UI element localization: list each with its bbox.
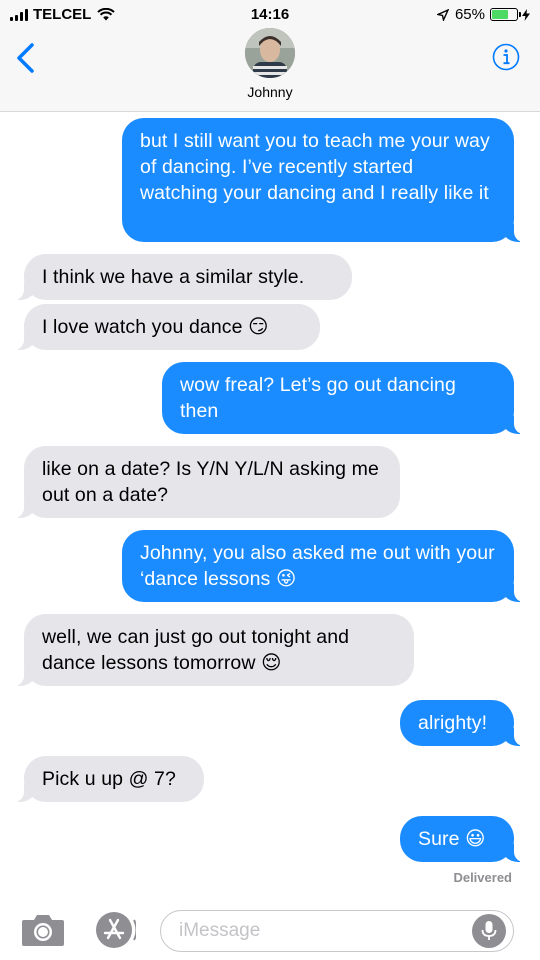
message-text: I love watch you dance xyxy=(42,316,243,338)
message-bubble-received[interactable]: like on a date? Is Y/N Y/L/N asking me o… xyxy=(14,446,400,518)
relieved-emoji: 😌 xyxy=(261,651,282,674)
status-bar: TELCEL 14:16 65% xyxy=(0,0,540,28)
back-button[interactable] xyxy=(14,42,36,74)
conversation-header: TELCEL 14:16 65% Johnny xyxy=(0,0,540,112)
message-text: Sure xyxy=(418,828,460,850)
message-text: alrighty! xyxy=(418,712,488,734)
contact-name[interactable]: Johnny xyxy=(0,84,540,100)
delivered-status: Delivered xyxy=(453,870,512,885)
smirk-emoji: 😏 xyxy=(248,315,269,338)
battery-fill xyxy=(492,10,508,19)
message-bubble-sent[interactable]: Sure 😃 xyxy=(400,816,524,862)
message-text: wow freal? Let’s go out dancing then xyxy=(180,374,456,422)
imessage-input[interactable] xyxy=(160,910,514,952)
message-text: but I still want you to teach me your wa… xyxy=(140,130,490,204)
app-store-icon[interactable] xyxy=(92,910,136,950)
battery-icon xyxy=(490,8,521,21)
message-bubble-sent[interactable]: wow freal? Let’s go out dancing then xyxy=(162,362,524,434)
microphone-icon[interactable] xyxy=(472,914,506,948)
status-right: 65% xyxy=(436,6,530,23)
message-bubble-received[interactable]: I love watch you dance 😏 xyxy=(14,304,320,350)
message-text: Pick u up @ 7? xyxy=(42,768,176,790)
message-bubble-received[interactable]: Pick u up @ 7? xyxy=(14,756,204,802)
contact-avatar[interactable] xyxy=(245,28,295,78)
message-bubble-sent[interactable]: Johnny, you also asked me out with your … xyxy=(122,530,524,602)
message-text: I think we have a similar style. xyxy=(42,266,305,288)
battery-percent: 65% xyxy=(454,6,485,23)
message-bubble-received[interactable]: well, we can just go out tonight and dan… xyxy=(14,614,414,686)
message-text: like on a date? Is Y/N Y/L/N asking me o… xyxy=(42,458,379,506)
location-arrow-icon xyxy=(436,8,449,21)
avatar-photo xyxy=(245,28,295,78)
charging-bolt-icon xyxy=(522,8,530,21)
microphone-glyph xyxy=(481,921,497,940)
message-bubble-sent[interactable]: but I still want you to teach me your wa… xyxy=(122,118,524,242)
message-text: Johnny, you also asked me out with your … xyxy=(140,542,495,590)
camera-icon[interactable] xyxy=(20,910,66,948)
message-bubble-sent[interactable]: alrighty! xyxy=(400,700,524,746)
winking-tongue-emoji: 😜 xyxy=(275,567,297,590)
info-icon[interactable] xyxy=(492,43,520,71)
message-text: well, we can just go out tonight and dan… xyxy=(42,626,350,674)
smiley-emoji: 😃 xyxy=(465,827,486,850)
message-bubble-received[interactable]: I think we have a similar style. xyxy=(14,254,352,300)
